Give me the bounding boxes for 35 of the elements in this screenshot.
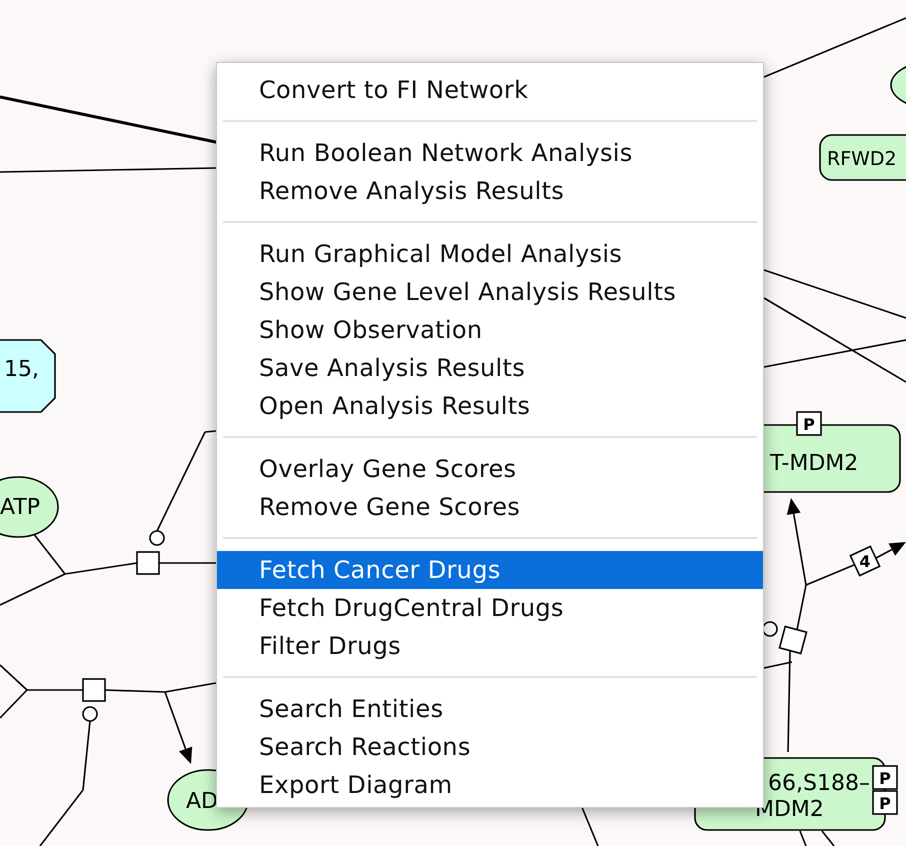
arrow	[876, 542, 906, 559]
node-label: T-MDM2	[770, 451, 858, 476]
edge-line	[159, 562, 216, 564]
node-label: 15,	[4, 357, 39, 382]
menu-item[interactable]: Open Analysis Results	[217, 387, 763, 425]
menu-item[interactable]: Search Reactions	[217, 728, 763, 766]
edge-line	[799, 830, 807, 846]
catalyst-circle	[149, 530, 165, 546]
menu-item[interactable]: Show Observation	[217, 311, 763, 349]
menu-item[interactable]: Remove Analysis Results	[217, 172, 763, 210]
modification-badge: P	[872, 765, 898, 790]
modification-badge: P	[796, 411, 822, 436]
node-label: 66,S188–	[768, 771, 870, 796]
menu-item[interactable]: Run Graphical Model Analysis	[217, 235, 763, 273]
menu-item[interactable]: Overlay Gene Scores	[217, 450, 763, 488]
node-label: AD	[186, 789, 218, 814]
menu-item[interactable]: Filter Drugs	[217, 627, 763, 665]
edge-line	[821, 830, 835, 846]
molecule-node	[0, 476, 59, 538]
menu-item[interactable]: Search Entities	[217, 690, 763, 728]
menu-item[interactable]: Export Diagram	[217, 766, 763, 804]
reaction-node	[82, 678, 106, 702]
modification-badge: P	[872, 790, 898, 815]
reaction-node	[136, 551, 160, 575]
menu-item[interactable]: Fetch DrugCentral Drugs	[217, 589, 763, 627]
menu-item[interactable]: Convert to FI Network	[217, 71, 763, 109]
catalyst-circle	[82, 706, 98, 722]
menu-item[interactable]: Remove Gene Scores	[217, 488, 763, 526]
menu-item[interactable]: Fetch Cancer Drugs	[217, 551, 763, 589]
menu-item[interactable]: Show Gene Level Analysis Results	[217, 273, 763, 311]
node-label: RFWD2	[827, 148, 897, 170]
menu-item[interactable]: Save Analysis Results	[217, 349, 763, 387]
stoichiometry-badge: 4	[849, 545, 881, 577]
menu-item[interactable]: Run Boolean Network Analysis	[217, 134, 763, 172]
node-label: ATP	[0, 495, 40, 520]
